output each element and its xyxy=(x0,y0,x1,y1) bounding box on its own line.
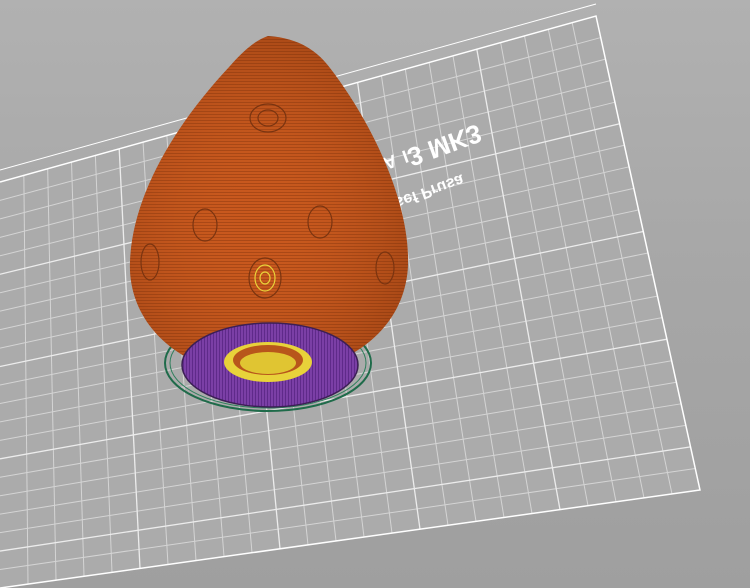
print-bed-scene[interactable]: Original Prusa i3 MK3 by Josef Prusa xyxy=(0,0,750,588)
inner-top-infill xyxy=(240,352,296,374)
3d-gcode-preview-viewport[interactable]: Original Prusa i3 MK3 by Josef Prusa xyxy=(0,0,750,588)
